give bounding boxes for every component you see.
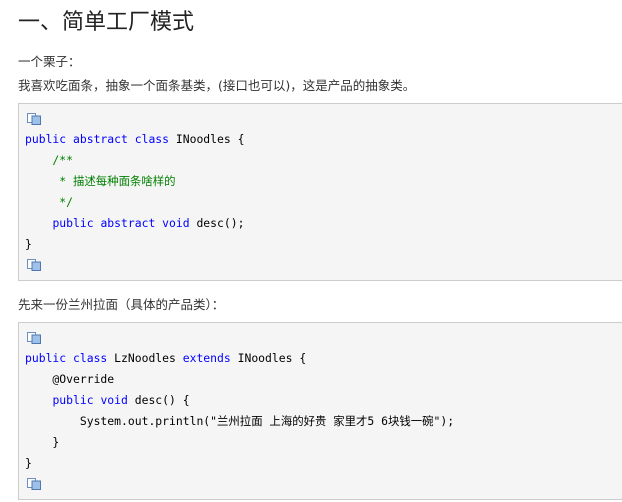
code-comment-line: * 描述每种面条啥样的 — [25, 174, 176, 188]
code-line: public void desc() { — [52, 393, 190, 407]
code-line: public abstract void desc(); — [52, 216, 245, 230]
code-line: } — [25, 237, 32, 251]
code-block-abstract-class: public abstract class INoodles { /** * 描… — [18, 103, 622, 281]
copy-code-icon[interactable] — [27, 259, 41, 271]
code-line: public class LzNoodles extends INoodles … — [25, 351, 307, 365]
intro-text: 一个栗子： — [18, 54, 81, 69]
code-annotation-line: @Override — [25, 372, 115, 386]
code-line: public abstract class INoodles { — [25, 132, 245, 146]
copy-code-icon[interactable] — [27, 332, 41, 344]
code-line: } — [25, 435, 60, 449]
code-block-concrete-class: public class LzNoodles extends INoodles … — [18, 322, 622, 500]
copy-code-icon[interactable] — [27, 113, 41, 125]
product-intro-text: 先来一份兰州拉面（具体的产品类）： — [18, 297, 225, 312]
code-comment-line: /** — [25, 153, 74, 167]
copy-code-icon[interactable] — [27, 478, 41, 490]
section-heading: 一、简单工厂模式 — [18, 10, 195, 35]
code-line: System.out.println("兰州拉面 上海的好贵 家里才5 6块钱一… — [25, 414, 455, 428]
code-line: } — [25, 456, 32, 470]
code-comment-line: */ — [25, 195, 74, 209]
description-text: 我喜欢吃面条，抽象一个面条基类，(接口也可以)，这是产品的抽象类。 — [18, 78, 416, 93]
